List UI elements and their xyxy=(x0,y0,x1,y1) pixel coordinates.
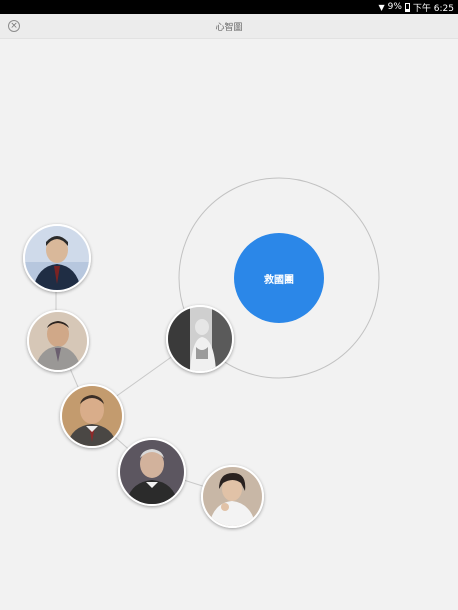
portrait-photo-1 xyxy=(25,226,89,290)
portrait-photo-3 xyxy=(168,307,232,371)
center-node-label: 救國團 xyxy=(264,274,294,286)
portrait-photo-4 xyxy=(62,386,122,446)
center-node[interactable]: 救國團 xyxy=(234,233,324,323)
portrait-photo-2 xyxy=(29,312,87,370)
person-node-3[interactable] xyxy=(166,305,234,373)
battery-icon xyxy=(404,3,410,12)
mind-map-canvas: 救國團 xyxy=(0,38,458,610)
person-node-1[interactable] xyxy=(23,224,91,292)
page-title: 心智圖 xyxy=(215,23,243,33)
battery-percent: 9% xyxy=(387,2,402,12)
person-node-5[interactable] xyxy=(118,438,186,506)
clock: 下午 6:25 xyxy=(412,3,454,14)
portrait-photo-6 xyxy=(203,467,262,526)
person-node-6[interactable] xyxy=(201,465,264,528)
person-node-4[interactable] xyxy=(60,384,124,448)
title-bar: × 心智圖 xyxy=(0,14,458,39)
person-node-2[interactable] xyxy=(27,310,89,372)
portrait-photo-5 xyxy=(120,440,184,504)
status-bar: ▼ 9% 下午 6:25 xyxy=(0,0,458,14)
wifi-icon: ▼ xyxy=(378,2,385,12)
